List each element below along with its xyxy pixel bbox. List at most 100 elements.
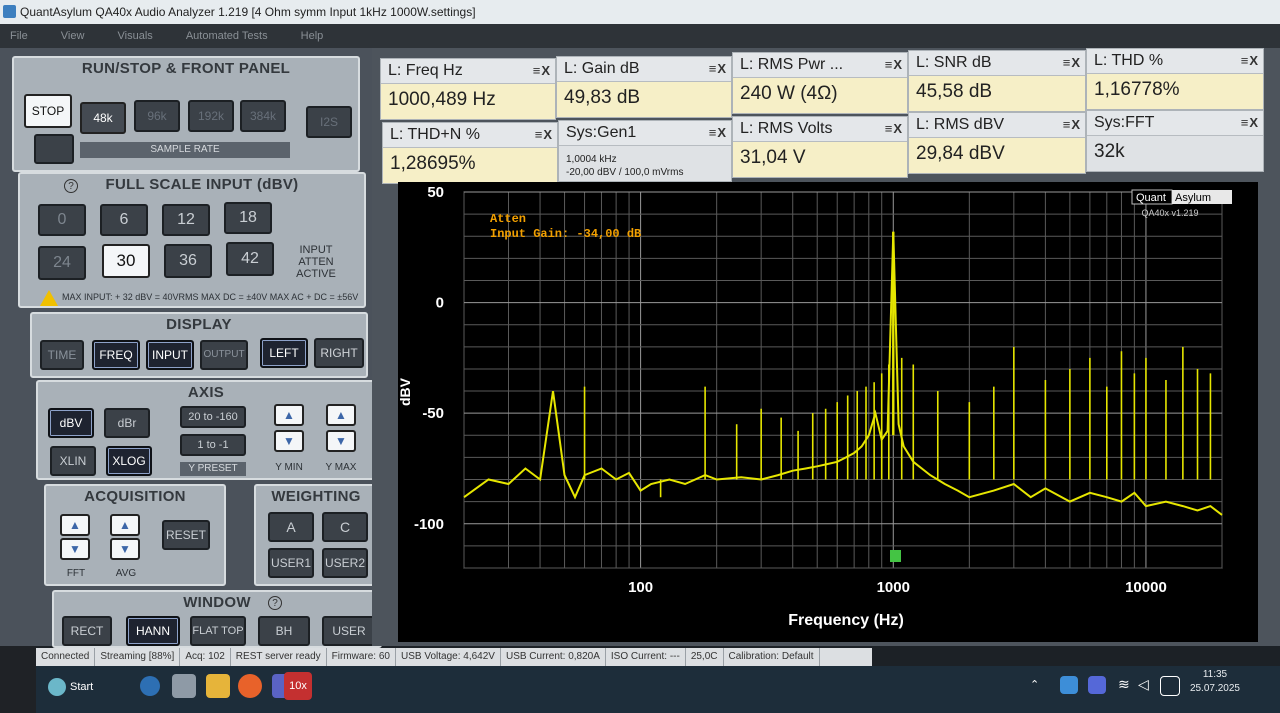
- meas-rms-pwr-tile[interactable]: L: RMS Pwr ... ≡X 240 W (4Ω): [732, 52, 908, 114]
- window-flattop-button[interactable]: FLAT TOP: [190, 616, 246, 646]
- y-min-up-button[interactable]: ▲: [274, 404, 304, 426]
- fft-up-button[interactable]: ▲: [60, 514, 90, 536]
- tray-chevron-icon[interactable]: ⌃: [1030, 678, 1044, 692]
- axis-dbr-button[interactable]: dBr: [104, 408, 150, 438]
- tile-menu-close-icon[interactable]: ≡X: [885, 53, 903, 77]
- fs-18-button[interactable]: 18: [224, 202, 272, 234]
- menu-visuals[interactable]: Visuals: [118, 24, 153, 48]
- rate-384k-button[interactable]: 384k: [240, 100, 286, 132]
- tile-menu-close-icon[interactable]: ≡X: [1063, 113, 1081, 137]
- tile-menu-close-icon[interactable]: ≡X: [533, 59, 551, 83]
- speaker-icon[interactable]: ◁: [1138, 676, 1156, 694]
- avg-down-button[interactable]: ▼: [110, 538, 140, 560]
- meas-gain-label: L: Gain dB: [557, 57, 731, 82]
- weighting-user2-button[interactable]: USER2: [322, 548, 368, 578]
- file-explorer-icon[interactable]: [206, 674, 230, 698]
- display-time-button[interactable]: TIME: [40, 340, 84, 370]
- meas-gain-value: 49,83 dB: [564, 87, 641, 108]
- y-preset-label: Y PRESET: [180, 462, 246, 476]
- weighting-a-button[interactable]: A: [268, 512, 314, 542]
- rate-192k-button[interactable]: 192k: [188, 100, 234, 132]
- y-preset-2-button[interactable]: 1 to -1: [180, 434, 246, 456]
- rate-96k-button[interactable]: 96k: [134, 100, 180, 132]
- display-left-button[interactable]: LEFT: [260, 338, 308, 368]
- front-panel-button[interactable]: [34, 134, 74, 164]
- i2s-button[interactable]: I2S: [306, 106, 352, 138]
- display-input-button[interactable]: INPUT: [146, 340, 194, 370]
- rate-48k-button[interactable]: 48k: [80, 102, 126, 134]
- window-hann-button[interactable]: HANN: [126, 616, 180, 646]
- meas-rms-volts-tile[interactable]: L: RMS Volts ≡X 31,04 V: [732, 116, 908, 178]
- meas-gain-tile[interactable]: L: Gain dB ≡X 49,83 dB: [556, 56, 732, 118]
- y-max-up-button[interactable]: ▲: [326, 404, 356, 426]
- tile-menu-close-icon[interactable]: ≡X: [885, 117, 903, 141]
- display-freq-button[interactable]: FREQ: [92, 340, 140, 370]
- window-rect-button[interactable]: RECT: [62, 616, 112, 646]
- app-icon: [3, 5, 16, 18]
- menu-automated-tests[interactable]: Automated Tests: [186, 24, 268, 48]
- tile-menu-close-icon[interactable]: ≡X: [709, 57, 727, 81]
- y-tick-label: -50: [422, 405, 444, 422]
- qa40x-app-icon[interactable]: 10x: [284, 672, 312, 700]
- fs-12-button[interactable]: 12: [162, 204, 210, 236]
- run-stop-section: RUN/STOP & FRONT PANEL STOP 48k 96k 192k…: [12, 56, 360, 172]
- fs-0-button[interactable]: 0: [38, 204, 86, 236]
- y-max-down-button[interactable]: ▼: [326, 430, 356, 452]
- menu-help[interactable]: Help: [301, 24, 324, 48]
- axis-xlog-button[interactable]: XLOG: [106, 446, 152, 476]
- fs-24-button[interactable]: 24: [38, 246, 86, 280]
- display-right-button[interactable]: RIGHT: [314, 338, 364, 368]
- meas-thd-tile[interactable]: L: THD % ≡X 1,16778%: [1086, 48, 1264, 110]
- meas-gen1-tile[interactable]: Sys:Gen1 ≡X 1,0004 kHz -20,00 dBV / 100,0…: [558, 120, 732, 182]
- weighting-user1-button[interactable]: USER1: [268, 548, 314, 578]
- meas-thdn-tile[interactable]: L: THD+N % ≡X 1,28695%: [382, 122, 558, 184]
- y-min-down-button[interactable]: ▼: [274, 430, 304, 452]
- system-clock[interactable]: 11:35 25.07.2025: [1190, 668, 1240, 696]
- search-icon[interactable]: [140, 676, 160, 696]
- start-button[interactable]: Start: [48, 672, 104, 702]
- tile-menu-close-icon[interactable]: ≡X: [1241, 49, 1259, 73]
- weighting-c-button[interactable]: C: [322, 512, 368, 542]
- tile-menu-close-icon[interactable]: ≡X: [535, 123, 553, 147]
- meas-snr-tile[interactable]: L: SNR dB ≡X 45,58 dB: [908, 50, 1086, 112]
- help-icon[interactable]: ?: [64, 179, 78, 193]
- reset-button[interactable]: RESET: [162, 520, 210, 550]
- axis-dbv-button[interactable]: dBV: [48, 408, 94, 438]
- spectrum-chart[interactable]: 100 1000 10000 50 0 -50 -100 Atten Input Gain:…: [397, 182, 1258, 642]
- meas-freq-tile[interactable]: L: Freq Hz ≡X 1000,489 Hz: [380, 58, 556, 120]
- battery-icon[interactable]: [1160, 676, 1180, 696]
- meas-thdn-label: L: THD+N %: [383, 123, 557, 148]
- tile-menu-close-icon[interactable]: ≡X: [1063, 51, 1081, 75]
- y-preset-1-button[interactable]: 20 to -160: [180, 406, 246, 428]
- window-user-button[interactable]: USER: [322, 616, 376, 646]
- status-firmware: Firmware: 60: [327, 648, 396, 666]
- stop-button[interactable]: STOP: [24, 94, 72, 128]
- axis-xlin-button[interactable]: XLIN: [50, 446, 96, 476]
- avg-up-button[interactable]: ▲: [110, 514, 140, 536]
- fs-30-button[interactable]: 30: [102, 244, 150, 278]
- tile-menu-close-icon[interactable]: ≡X: [709, 121, 727, 145]
- weighting-title: WEIGHTING: [271, 488, 361, 505]
- window-bh-button[interactable]: BH: [258, 616, 310, 646]
- tray-app-icon[interactable]: [1060, 676, 1078, 694]
- fs-6-button[interactable]: 6: [100, 204, 148, 236]
- fs-42-button[interactable]: 42: [226, 242, 274, 276]
- menu-view[interactable]: View: [61, 24, 85, 48]
- marker-handle[interactable]: [890, 550, 901, 562]
- display-output-button[interactable]: OUTPUT: [200, 340, 248, 370]
- max-input-warning: MAX INPUT: + 32 dBV = 40VRMS MAX DC = ±4…: [62, 292, 359, 302]
- meas-rms-dbv-tile[interactable]: L: RMS dBV ≡X 29,84 dBV: [908, 112, 1086, 174]
- firefox-icon[interactable]: [238, 674, 262, 698]
- meas-fft-tile[interactable]: Sys:FFT ≡X 32k: [1086, 110, 1264, 172]
- tray-m-icon[interactable]: [1088, 676, 1106, 694]
- task-view-icon[interactable]: [172, 674, 196, 698]
- tile-menu-close-icon[interactable]: ≡X: [1241, 111, 1259, 135]
- fs-36-button[interactable]: 36: [164, 244, 212, 278]
- wifi-icon[interactable]: ≋: [1118, 676, 1136, 694]
- spectrum-plot[interactable]: 100 1000 10000 50 0 -50 -100 Atten Input Gain:…: [397, 182, 1258, 642]
- fft-down-button[interactable]: ▼: [60, 538, 90, 560]
- meas-thd-label: L: THD %: [1087, 49, 1263, 74]
- menu-file[interactable]: File: [10, 24, 28, 48]
- status-calibration: Calibration: Default: [724, 648, 820, 666]
- window-help-icon[interactable]: ?: [268, 596, 282, 610]
